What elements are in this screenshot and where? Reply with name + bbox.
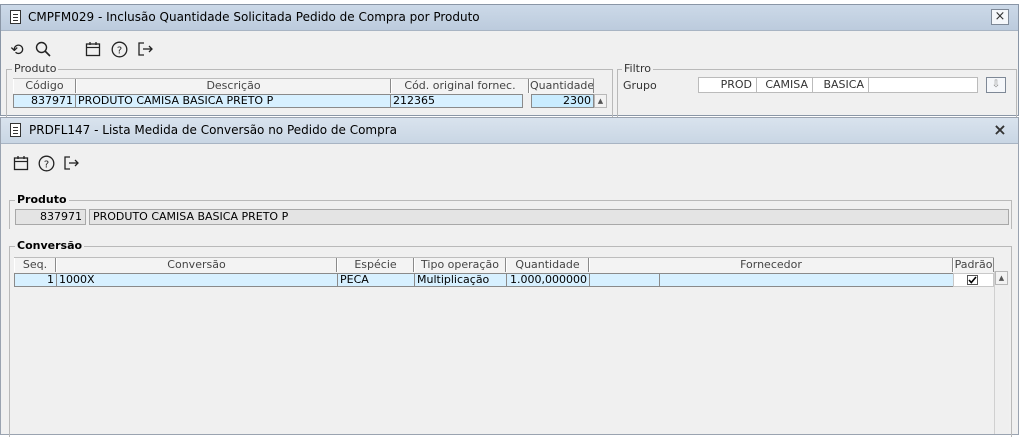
title-bar: PRDFL147 - Lista Medida de Conversão no … xyxy=(1,118,1018,144)
grupo-field[interactable]: PROD CAMISA BASICA xyxy=(698,77,978,93)
cell-descricao[interactable]: PRODUTO CAMISA BASICA PRETO P xyxy=(75,94,391,108)
padrao-checkbox[interactable] xyxy=(967,275,978,285)
help-icon[interactable]: ? xyxy=(36,153,56,173)
column-header-descricao[interactable]: Descrição xyxy=(76,79,391,93)
scroll-up-button[interactable]: ▲ xyxy=(594,94,607,108)
product-grid-header: Código Descrição Cód. original fornec. Q… xyxy=(13,78,594,94)
column-header-especie[interactable]: Espécie xyxy=(337,258,414,272)
column-header-padrao[interactable]: Padrão xyxy=(953,258,994,272)
cell-codigo[interactable]: 837971 xyxy=(13,94,76,108)
grupo-segment-3: BASICA xyxy=(813,78,869,92)
document-icon xyxy=(10,10,21,24)
column-header-conversao[interactable]: Conversão xyxy=(56,258,337,272)
grupo-lookup-button[interactable]: ⇩ xyxy=(986,77,1006,93)
calendar-icon[interactable] xyxy=(11,153,31,173)
conversao-section-label: Conversão xyxy=(15,239,85,252)
vertical-scrollbar[interactable]: ▲ xyxy=(994,271,1009,434)
conversion-list-window: PRDFL147 - Lista Medida de Conversão no … xyxy=(0,117,1019,437)
close-button[interactable]: × xyxy=(991,122,1009,138)
produto-section-label: Produto xyxy=(15,193,69,206)
window-title: PRDFL147 - Lista Medida de Conversão no … xyxy=(29,123,398,137)
svg-text:?: ? xyxy=(43,159,48,170)
produto-section-label: Produto xyxy=(12,62,59,75)
cell-fornecedor-codigo[interactable] xyxy=(589,273,660,287)
column-header-fornecedor[interactable]: Fornecedor xyxy=(589,258,953,272)
title-bar: CMPFM029 - Inclusão Quantidade Solicitad… xyxy=(1,5,1018,31)
cell-padrao xyxy=(953,273,994,287)
calendar-icon[interactable] xyxy=(83,39,103,59)
grupo-segment-1: PROD xyxy=(699,78,757,92)
exit-icon[interactable] xyxy=(135,39,155,59)
column-header-cod-original[interactable]: Cód. original fornec. xyxy=(391,79,529,93)
produto-descricao-field: PRODUTO CAMISA BASICA PRETO P xyxy=(89,209,1009,225)
cell-conversao[interactable]: 1000X xyxy=(56,273,338,287)
conversion-grid-header: Seq. Conversão Espécie Tipo operação Qua… xyxy=(14,257,994,273)
grupo-label: Grupo xyxy=(623,79,657,92)
column-header-codigo[interactable]: Código xyxy=(13,79,76,93)
cell-tipo-operacao[interactable]: Multiplicação xyxy=(414,273,507,287)
close-button[interactable]: × xyxy=(991,9,1009,25)
produto-codigo-field: 837971 xyxy=(15,209,86,225)
cell-quantidade[interactable]: 1.000,000000 xyxy=(506,273,590,287)
undo-icon[interactable]: ⟲ xyxy=(7,39,27,59)
cell-especie[interactable]: PECA xyxy=(337,273,415,287)
cell-seq[interactable]: 1 xyxy=(14,273,57,287)
help-icon[interactable]: ? xyxy=(109,39,129,59)
grupo-segment-2: CAMISA xyxy=(757,78,813,92)
background-window: CMPFM029 - Inclusão Quantidade Solicitad… xyxy=(0,4,1019,120)
cell-fornecedor-nome[interactable] xyxy=(659,273,954,287)
column-header-seq[interactable]: Seq. xyxy=(14,258,56,272)
search-icon[interactable] xyxy=(33,39,53,59)
exit-icon[interactable] xyxy=(61,153,81,173)
scroll-up-button[interactable]: ▲ xyxy=(995,271,1008,285)
document-icon xyxy=(10,123,21,137)
filtro-section-label: Filtro xyxy=(622,62,653,75)
svg-text:?: ? xyxy=(116,45,121,56)
quantidade-input[interactable]: 2300 xyxy=(531,94,594,108)
cell-cod-original[interactable]: 212365 xyxy=(390,94,523,108)
window-title: CMPFM029 - Inclusão Quantidade Solicitad… xyxy=(28,10,480,24)
column-header-quantidade[interactable]: Quantidade xyxy=(506,258,589,272)
column-header-quantidade[interactable]: Quantidade xyxy=(529,79,594,93)
column-header-tipo-operacao[interactable]: Tipo operação xyxy=(414,258,506,272)
